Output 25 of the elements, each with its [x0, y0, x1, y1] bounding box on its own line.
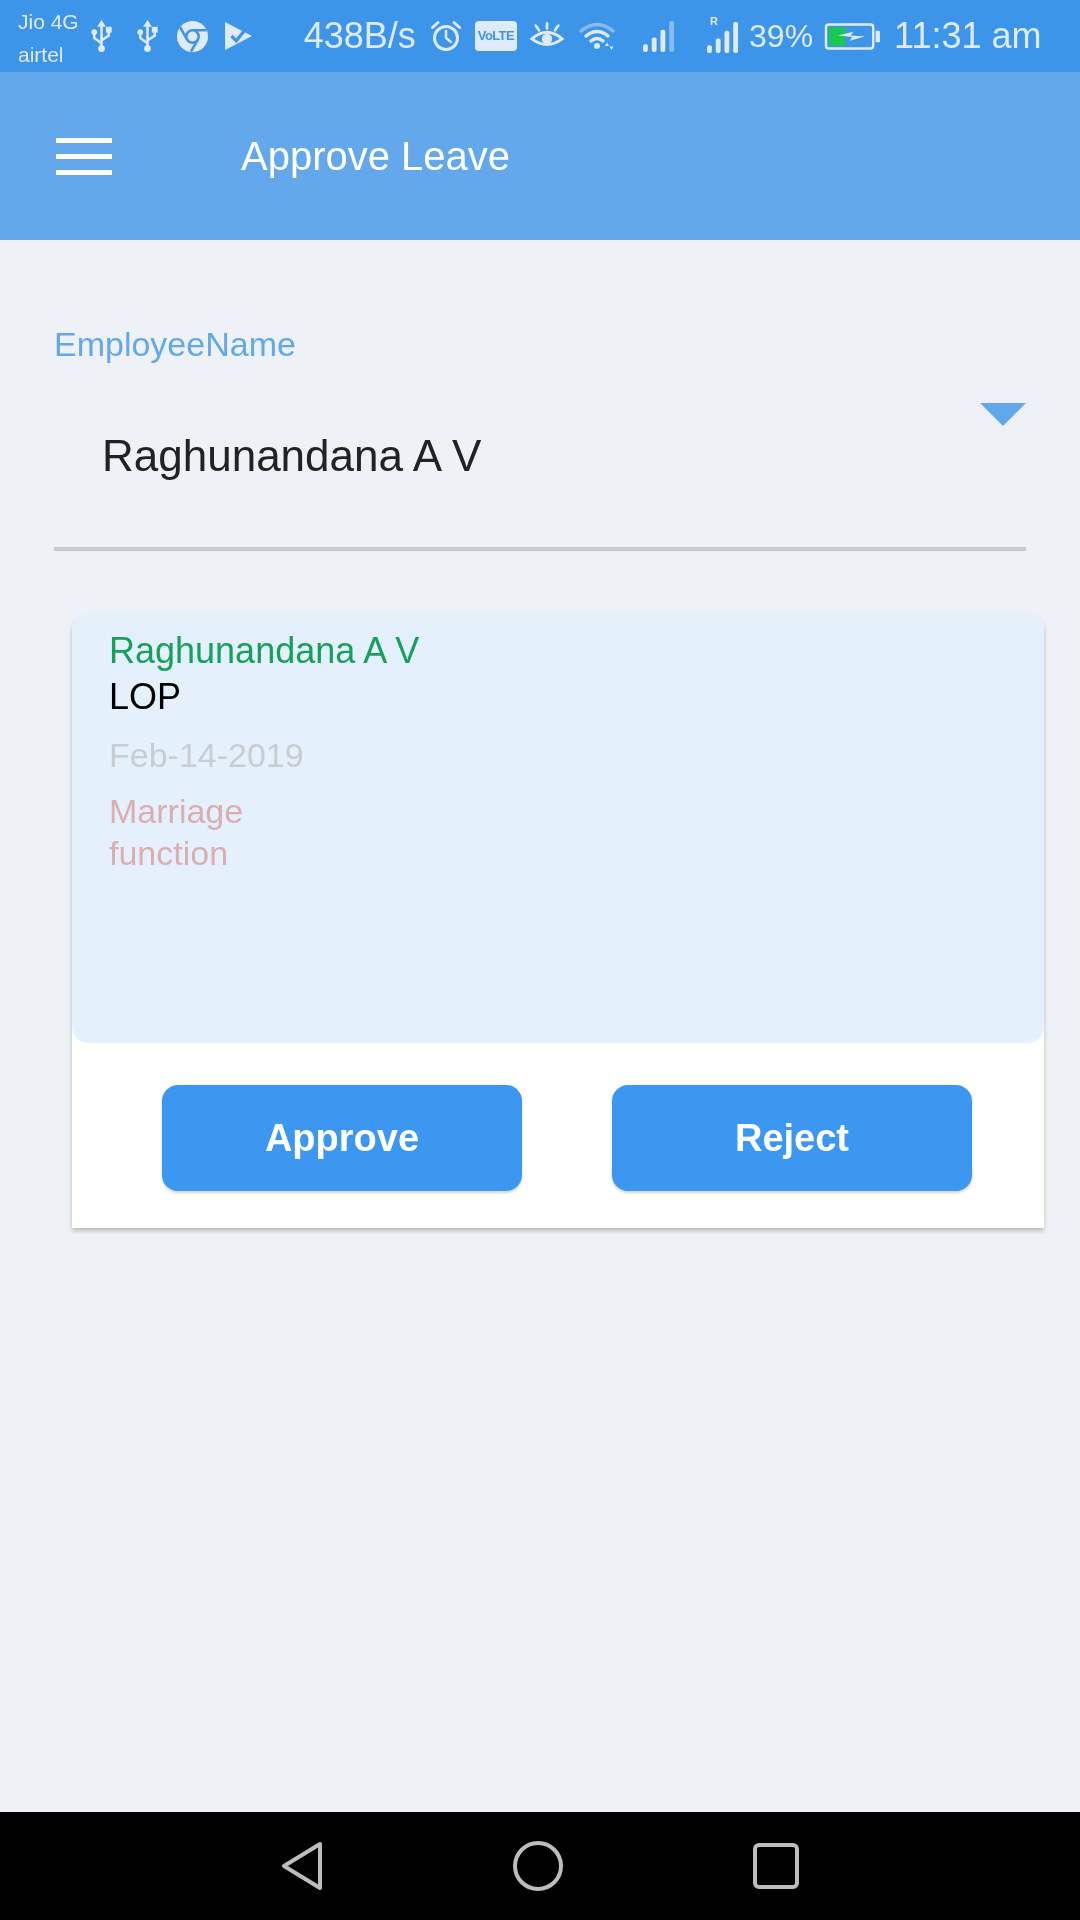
battery-percentage: 39% — [749, 17, 814, 56]
alarm-clock-icon — [429, 20, 462, 52]
home-icon[interactable] — [513, 1841, 563, 1891]
leave-type: LOP — [109, 675, 182, 719]
wifi-icon — [579, 21, 616, 51]
aperture-icon — [176, 20, 208, 52]
data-speed: 438B/s — [303, 16, 416, 56]
action-button[interactable]: Reject — [612, 1085, 972, 1191]
back-icon[interactable] — [281, 1841, 323, 1891]
employee-name: Raghunandana A V — [109, 629, 420, 673]
employee-dropdown[interactable]: Raghunandana A V — [54, 364, 1026, 551]
clock-time: 11:31 am — [894, 16, 1042, 56]
carrier-name: Jio 4G — [18, 9, 79, 35]
leave-reason: Marriage function — [109, 791, 245, 874]
caret-icon — [980, 403, 1026, 426]
volte-badge: VoLTE — [474, 21, 518, 51]
field-label: EmployeeName — [54, 324, 296, 364]
usb-icon — [89, 20, 113, 52]
roaming-indicator: R — [710, 15, 718, 27]
screen-title: Approve Leave — [241, 133, 511, 180]
usb-icon — [135, 20, 159, 52]
triangle-check-icon — [224, 22, 252, 50]
recent-apps-icon[interactable] — [753, 1843, 799, 1889]
carrier-name: airtel — [18, 42, 65, 68]
action-button[interactable]: Approve — [162, 1085, 522, 1191]
